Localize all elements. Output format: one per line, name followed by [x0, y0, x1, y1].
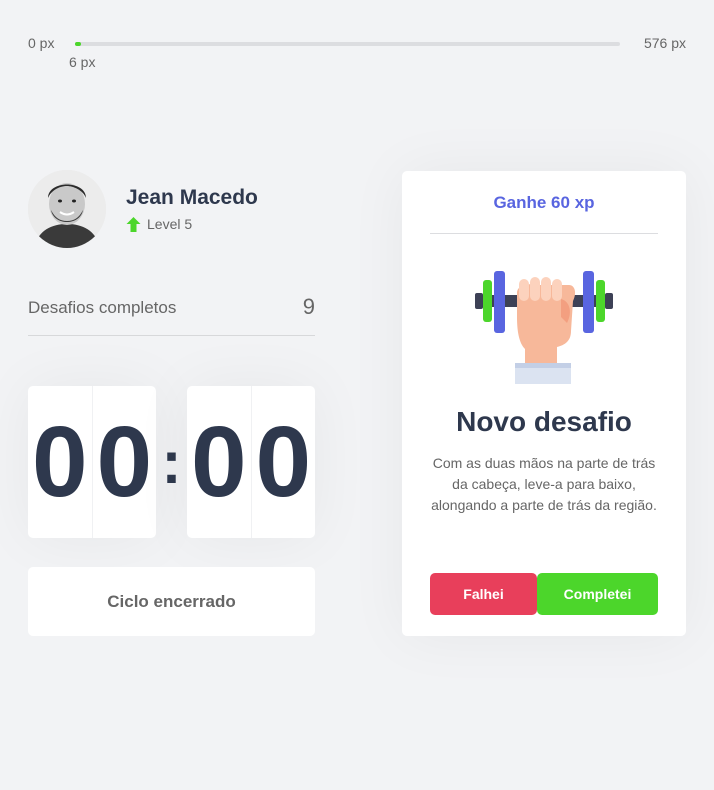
fail-button[interactable]: Falhei [430, 573, 537, 615]
profile-name: Jean Macedo [126, 186, 258, 209]
experience-bar: 0 px 6 px 576 px [28, 34, 686, 74]
experience-track [75, 42, 620, 46]
completed-challenges-label: Desafios completos [28, 298, 177, 317]
experience-min-label: 0 px [28, 35, 55, 51]
challenge-actions: Falhei Completei [430, 573, 658, 615]
challenge-description: Com as duas mãos na parte de trás da cab… [431, 455, 657, 513]
experience-max-label: 576 px [643, 35, 686, 51]
minute-digit: 0 [91, 386, 157, 538]
countdown-separator: : [161, 428, 182, 496]
completed-challenges-count: 9 [302, 294, 315, 319]
completed-challenges: Desafios completos 9 [28, 294, 315, 336]
challenge-card: Ganhe 60 xp Novo desafio Com as duas mão… [402, 171, 686, 636]
challenge-title: Novo desafio [456, 406, 632, 437]
countdown: 0 0 : 0 0 [28, 386, 315, 538]
countdown-seconds: 0 0 [187, 386, 315, 538]
minute-digit: 0 [31, 405, 88, 518]
arrow-up-icon [126, 216, 141, 232]
left-column: Jean Macedo Level 5 Desafios completos 9… [28, 170, 315, 636]
countdown-minutes: 0 0 [28, 386, 156, 538]
profile: Jean Macedo Level 5 [28, 170, 315, 248]
experience-current-label: 6 px [69, 54, 96, 70]
profile-level-label: Level 5 [147, 216, 193, 232]
second-digit: 0 [190, 405, 247, 518]
avatar [28, 170, 106, 248]
profile-info: Jean Macedo Level 5 [126, 186, 258, 232]
cycle-ended-button[interactable]: Ciclo encerrado [28, 567, 315, 636]
dumbbell-icon [475, 271, 613, 384]
profile-level: Level 5 [126, 216, 258, 232]
experience-fill [75, 42, 81, 46]
second-digit: 0 [250, 386, 316, 538]
complete-button[interactable]: Completei [537, 573, 658, 615]
challenge-xp-label: Ganhe 60 xp [430, 171, 658, 234]
